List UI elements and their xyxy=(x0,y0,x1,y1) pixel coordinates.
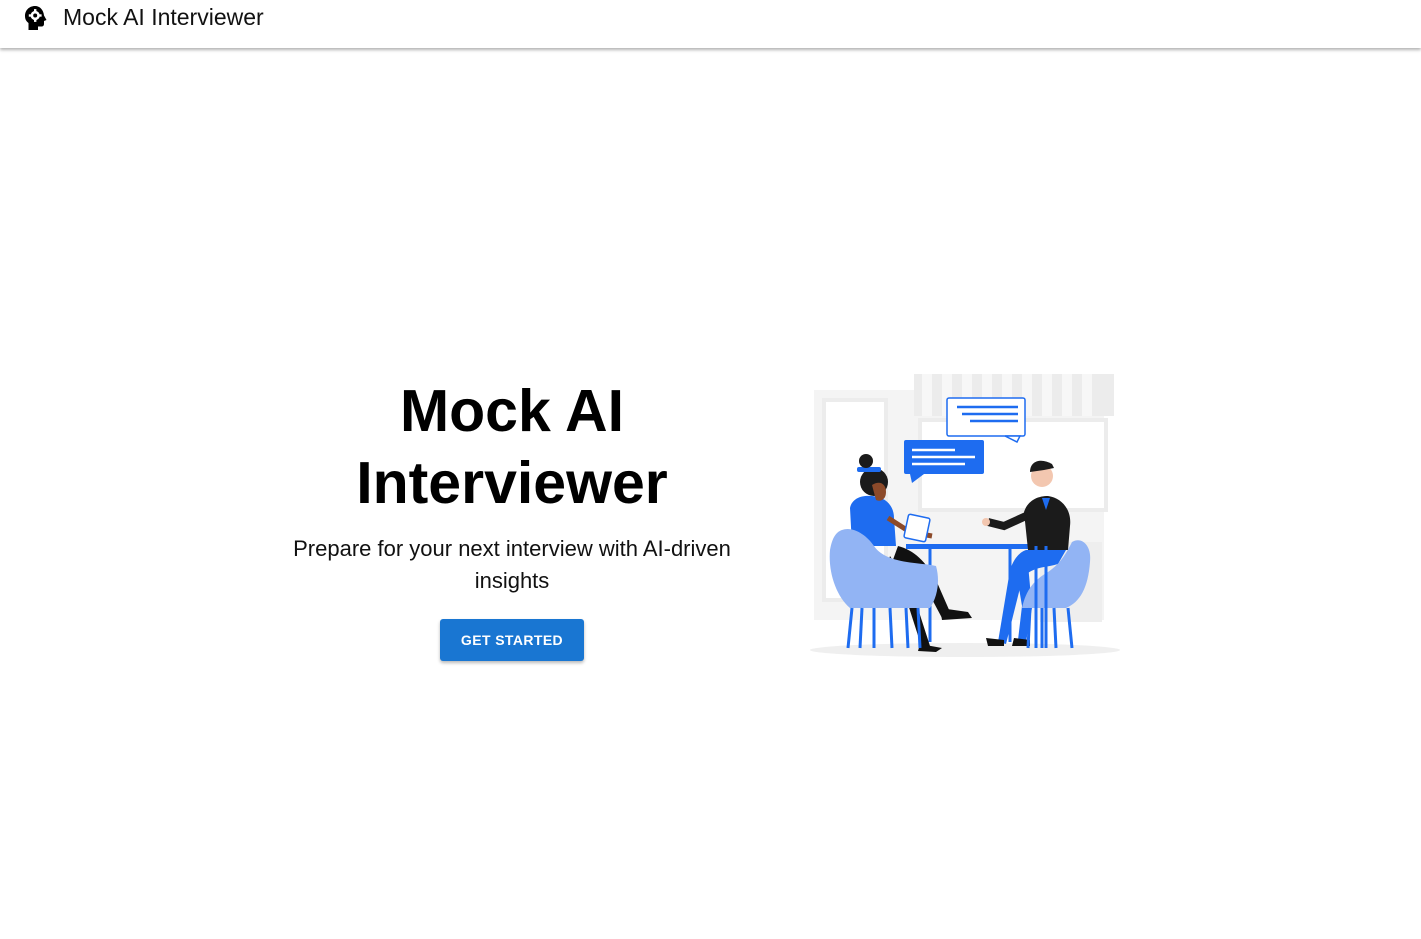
hero-subtitle: Prepare for your next interview with AI-… xyxy=(293,536,731,593)
get-started-button[interactable]: GET STARTED xyxy=(440,619,584,661)
psychology-head-icon xyxy=(22,4,50,32)
app-title: Mock AI Interviewer xyxy=(63,4,264,30)
hero-title: Mock AI Interviewer xyxy=(356,378,668,516)
interview-illustration xyxy=(790,350,1160,665)
app-bar: Mock AI Interviewer xyxy=(0,0,1421,48)
hero-section: Mock AI Interviewer Prepare for your nex… xyxy=(0,0,1421,939)
hero-content: Mock AI Interviewer Prepare for your nex… xyxy=(262,375,762,661)
